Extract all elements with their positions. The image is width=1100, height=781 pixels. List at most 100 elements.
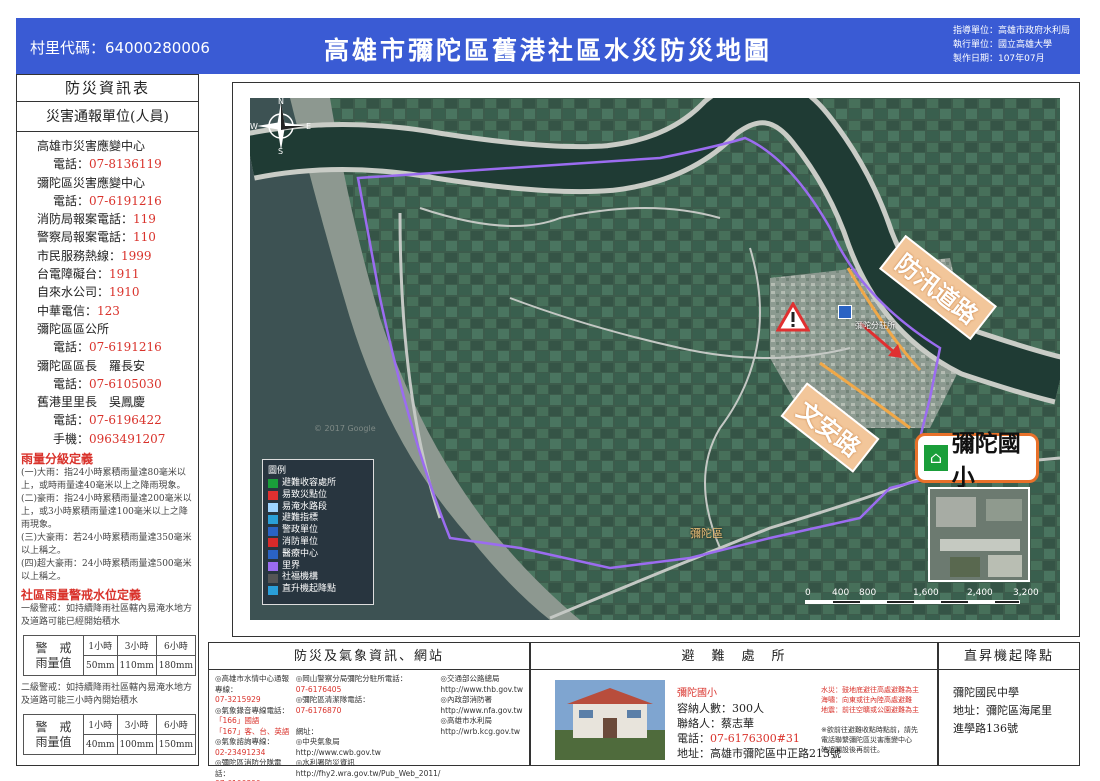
info-line: 02-23491234	[215, 747, 266, 757]
legend-symbol-icon	[268, 491, 278, 501]
legend-item: 避難收容處所	[268, 478, 368, 490]
info-line: ◎交通部公路總局	[440, 674, 500, 683]
scale-bar: 0 400 800 1,600 2,400 3,200	[805, 588, 1039, 614]
legend-symbol-icon	[268, 514, 278, 524]
shelter-phone-label: 電話：	[677, 732, 710, 745]
scale-tick: 0	[805, 588, 811, 598]
district-label: 彌陀區	[690, 527, 723, 540]
contact-row: 彌陀區區長 羅長安	[37, 357, 198, 375]
map-legend: 圖例 避難收容處所 易致災點位 易淹水路段 避難指標 警政單位 消防單位 醫療中心 里界 社福機…	[262, 459, 374, 605]
shelter-callout-name: 彌陀國小	[951, 431, 1021, 491]
legend-label: 避難指標	[282, 513, 319, 524]
warning-level-1-table: 警 戒雨量值 1小時 3小時 6小時 50mm 110mm 180mm	[23, 635, 197, 677]
legend-label: 醫療中心	[282, 548, 319, 559]
legend-symbol-icon	[268, 502, 278, 512]
compass-w: W	[250, 122, 258, 131]
contact-label: 台電障礙台：	[37, 267, 110, 282]
shelter-note: 電話聯繫彌陀區災害應變中心	[821, 736, 912, 744]
rain-definition-item: (一)大雨：指24小時累積雨量達80毫米以上，或時雨量達40毫米以上之降雨現象。	[21, 468, 186, 492]
info-line: http://fhy2.wra.gov.tw/Pub_Web_2011/	[295, 768, 441, 778]
info-line: http://www.cwb.gov.tw	[295, 747, 381, 757]
police-station-icon[interactable]	[838, 305, 852, 319]
info-line: ◎彌陀區清潔隊電話：	[295, 695, 370, 704]
panel-subtitle: 災害通報單位(人員)	[17, 102, 198, 132]
info-websites-panel: 防災及氣象資訊、網站 ◎高雄市水情中心通報專線： 07-3215929 ◎氣象錄音專…	[208, 642, 530, 781]
shelter-details: 彌陀國小 容納人數：300人 聯絡人：蔡志華 電話：07-6176300#31 …	[677, 686, 841, 761]
helipad-line: 地址：彌陀區海尾里	[953, 704, 1052, 717]
warning-label: 警 戒雨量值	[23, 635, 84, 677]
warning-value: 150mm	[155, 734, 197, 756]
legend-label: 避難收容處所	[282, 478, 337, 488]
legend-symbol-icon	[268, 526, 278, 536]
contact-number: 07-8136119	[89, 157, 162, 172]
warning-duration: 1小時	[83, 635, 118, 657]
contact-number: 119	[133, 212, 156, 227]
warning-value: 180mm	[155, 655, 197, 677]
rain-definition-title: 雨量分級定義	[21, 452, 94, 467]
production-date: 製作日期：107年07月	[952, 54, 1045, 64]
contact-number: 1999	[121, 248, 152, 263]
google-watermark: © 2017 Google	[314, 424, 376, 433]
info-line: ◎氣象錄音專線電話：	[215, 705, 290, 715]
map-header: 村里代碼：64000280006 高雄市彌陀區舊港社區水災防災地圖 指導單位：高…	[16, 18, 1080, 74]
contact-row: 電話：07-6191216	[37, 338, 198, 356]
contact-label: 電話：	[53, 193, 90, 208]
warning-duration: 3小時	[116, 635, 157, 657]
legend-label: 警政單位	[282, 525, 319, 536]
shelter-note: 海嘯：向東或往內陸高處避難	[821, 696, 912, 704]
shelter-notes: 水災：鼓地底避往高處避難為主 海嘯：向東或往內陸高處避難 地震：前往空曠或公園避難為…	[821, 685, 919, 755]
shelter-phone: 電話：07-6176300#31	[677, 731, 841, 746]
contact-number: 123	[97, 303, 120, 318]
contact-label: 電話：	[53, 340, 90, 355]
contact-row: 手機：0963491207	[37, 430, 198, 448]
shelter-name: 彌陀國小	[677, 688, 717, 699]
guidance-unit: 指導單位：高雄市政府水利局	[952, 26, 1070, 36]
info-line: http://www.thb.gov.tw	[440, 684, 523, 694]
contact-label: 警察局報案電話：	[37, 230, 134, 245]
warning-duration: 1小時	[83, 714, 118, 736]
contact-row: 彌陀區區公所	[37, 320, 198, 338]
legend-item: 社福機構	[268, 572, 368, 584]
legend-label: 社福機構	[282, 572, 319, 583]
warning-duration: 6小時	[155, 635, 197, 657]
contact-label: 彌陀區區長 羅長安	[37, 358, 146, 373]
shelter-callout[interactable]: ⌂ 彌陀國小	[915, 431, 1039, 491]
contact-row: 電話：07-6196422	[37, 411, 198, 429]
shelter-panel-title: 避 難 處 所	[531, 643, 937, 670]
info-line: ◎中央氣象局	[295, 737, 340, 746]
warning-value: 100mm	[116, 734, 157, 756]
contact-number: 1911	[109, 267, 140, 282]
legend-label: 直升機起降點	[282, 584, 337, 595]
info-line: http://wrb.kcg.gov.tw	[440, 726, 521, 736]
info-line: ◎內政部消防署	[440, 695, 492, 704]
info-column-3: ◎交通部公路總局 http://www.thb.gov.tw ◎內政部消防署 http…	[440, 674, 523, 781]
contact-number: 0963491207	[89, 431, 166, 446]
hazard-point-icon[interactable]	[776, 302, 810, 332]
contact-label: 電話：	[53, 157, 90, 172]
contact-row: 中華電信：123	[37, 302, 198, 320]
scale-tick: 800	[859, 588, 877, 598]
contact-label: 電話：	[53, 376, 90, 391]
legend-label: 里界	[282, 560, 301, 571]
contact-label: 彌陀區災害應變中心	[37, 175, 146, 190]
contact-label: 自來水公司：	[37, 285, 110, 300]
shelter-address: 地址：高雄市彌陀區中正路213號	[677, 747, 841, 760]
police-station-label: 彌陀分駐所	[855, 321, 895, 330]
legend-label: 易淹水路段	[282, 501, 328, 512]
helipad-panel: 直昇機起降點 彌陀國民中學 地址：彌陀區海尾里 進學路136號	[938, 642, 1080, 766]
contact-number: 110	[133, 230, 156, 245]
warning-level-2-text: 二級警戒：如持續降雨社區轄內易淹水地方及道路可能三小時內開始積水	[21, 683, 193, 707]
contact-number: 07-6191216	[89, 193, 162, 208]
contact-number: 07-6105030	[89, 376, 162, 391]
compass-s: S	[278, 147, 283, 154]
scale-tick: 400	[832, 588, 850, 598]
legend-label: 易致災點位	[282, 489, 328, 500]
legend-item: 直升機起降點	[268, 584, 368, 596]
warning-definition-title: 社區雨量警戒水位定義	[21, 588, 142, 603]
shelter-panel: 避 難 處 所 彌陀國小 容納人數：300人 聯絡人：蔡志華 電話：07-617…	[530, 642, 938, 766]
warning-value: 40mm	[83, 734, 118, 756]
legend-symbol-icon	[268, 479, 278, 489]
contact-label: 彌陀區區公所	[37, 321, 110, 336]
contact-row: 彌陀區災害應變中心	[37, 174, 198, 192]
info-line: 「167」客、台、英語	[215, 726, 290, 736]
